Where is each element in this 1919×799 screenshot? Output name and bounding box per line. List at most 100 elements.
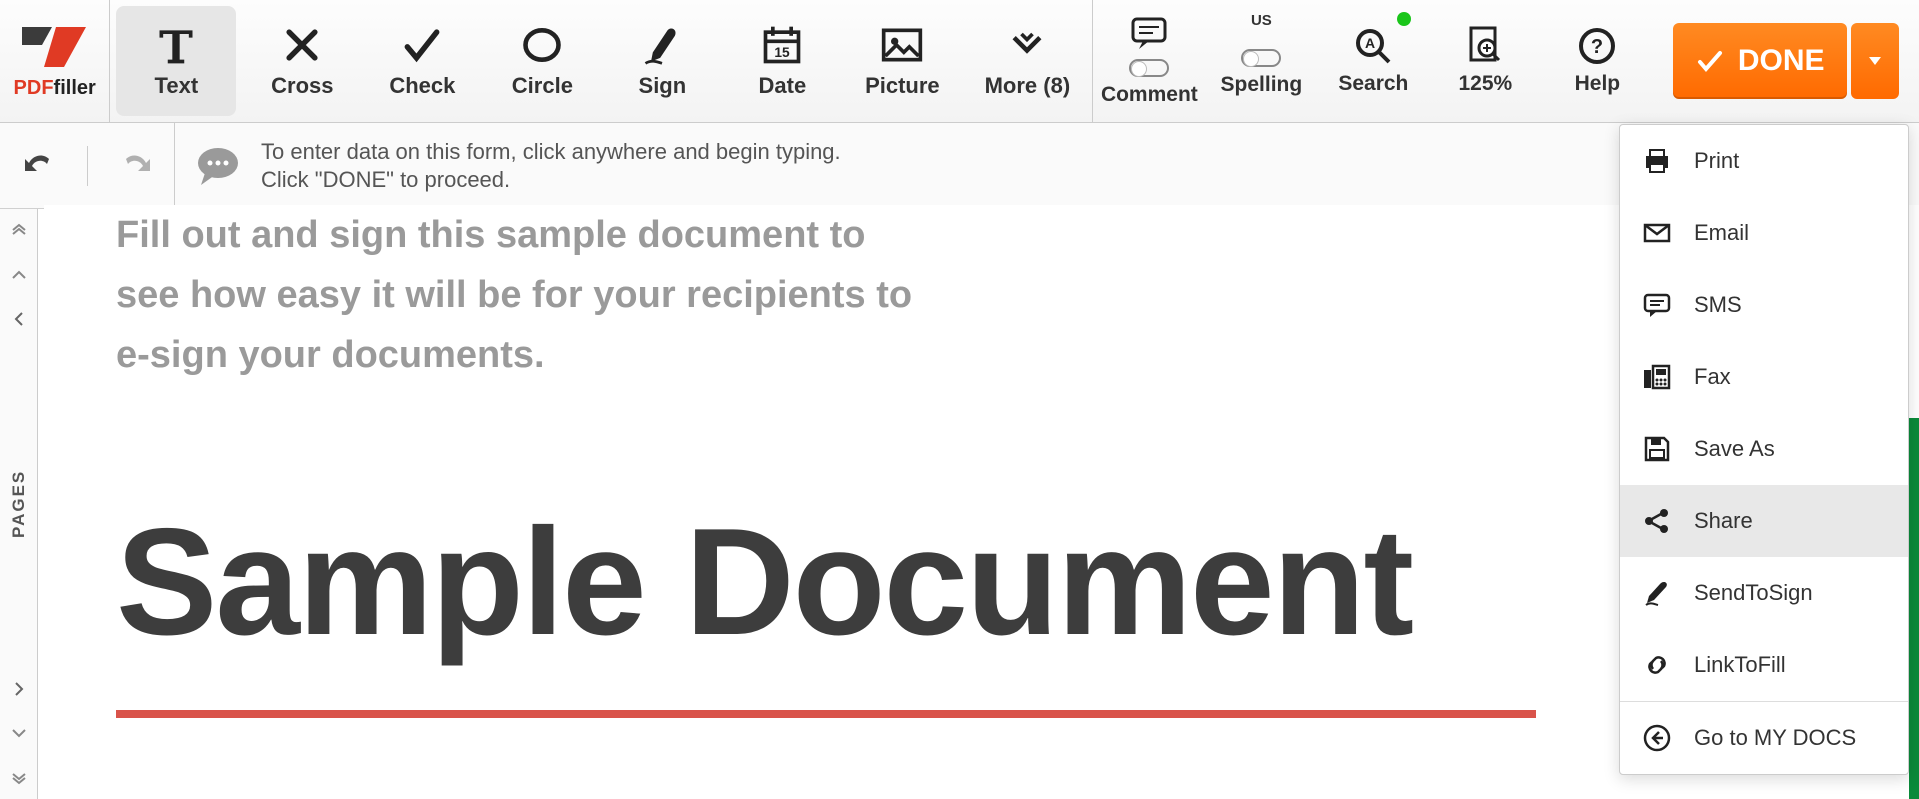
top-toolbar: PDFfiller Text Cross Check Circle Sign 1…	[0, 0, 1919, 123]
hint-line2: Click "DONE" to proceed.	[261, 166, 841, 194]
svg-text:?: ?	[1591, 36, 1603, 58]
menu-sendtosign-label: SendToSign	[1694, 580, 1813, 606]
menu-print-label: Print	[1694, 148, 1739, 174]
spelling-lang-badge: US	[1251, 12, 1272, 29]
comment-icon	[1129, 15, 1169, 55]
done-dropdown-menu: Print Email SMS Fax Save As Share SendTo…	[1619, 124, 1909, 775]
caret-down-icon	[1867, 53, 1883, 69]
menu-linktofill-label: LinkToFill	[1694, 652, 1786, 678]
edit-tools-group: Text Cross Check Circle Sign 15 Date Pic…	[110, 0, 1093, 122]
sms-icon	[1642, 290, 1672, 320]
date-icon: 15	[760, 23, 804, 67]
side-strip-green	[1909, 418, 1919, 799]
intro-line3: e-sign your documents.	[116, 325, 1096, 385]
done-button-label: DONE	[1738, 44, 1825, 78]
menu-print[interactable]: Print	[1620, 125, 1908, 197]
utility-tools-group: Comment US Spelling A Search 125% ? Help	[1093, 0, 1653, 122]
hint-line1: To enter data on this form, click anywhe…	[261, 138, 841, 166]
page-next-button[interactable]	[0, 711, 37, 755]
menu-linktofill[interactable]: LinkToFill	[1620, 629, 1908, 701]
redo-icon[interactable]	[118, 149, 152, 183]
email-icon	[1642, 218, 1672, 248]
page-last-button[interactable]	[0, 755, 37, 799]
link-icon	[1642, 650, 1672, 680]
tool-more-label: More (8)	[985, 73, 1071, 99]
pdffiller-logo-icon	[20, 23, 90, 73]
picture-icon	[880, 23, 924, 67]
menu-mydocs[interactable]: Go to MY DOCS	[1620, 702, 1908, 774]
tool-zoom-label: 125%	[1459, 72, 1513, 96]
tool-text[interactable]: Text	[116, 6, 236, 116]
tool-comment[interactable]: Comment	[1093, 0, 1205, 122]
back-circle-icon	[1642, 723, 1672, 753]
menu-fax-label: Fax	[1694, 364, 1731, 390]
done-button[interactable]: DONE	[1673, 23, 1847, 99]
tool-cross-label: Cross	[271, 73, 333, 99]
tool-sign[interactable]: Sign	[602, 0, 722, 122]
tool-search-label: Search	[1338, 72, 1408, 96]
document-intro: Fill out and sign this sample document t…	[116, 205, 1096, 385]
menu-sms[interactable]: SMS	[1620, 269, 1908, 341]
tool-search[interactable]: A Search	[1317, 0, 1429, 122]
menu-email-label: Email	[1694, 220, 1749, 246]
check-icon	[400, 23, 444, 67]
page-navigator: PAGES	[0, 209, 38, 799]
menu-fax[interactable]: Fax	[1620, 341, 1908, 413]
tool-comment-label: Comment	[1101, 83, 1198, 107]
more-icon	[1005, 23, 1049, 67]
menu-sendtosign[interactable]: SendToSign	[1620, 557, 1908, 629]
done-cell: DONE	[1653, 0, 1919, 122]
sendtosign-icon	[1642, 578, 1672, 608]
page-back-button[interactable]	[0, 297, 37, 341]
menu-share[interactable]: Share	[1620, 485, 1908, 557]
tool-circle[interactable]: Circle	[482, 0, 602, 122]
tool-check[interactable]: Check	[362, 0, 482, 122]
app-logo[interactable]: PDFfiller	[0, 0, 110, 122]
tool-circle-label: Circle	[512, 73, 573, 99]
tool-text-label: Text	[155, 73, 199, 99]
document-divider	[116, 710, 1536, 718]
cross-icon	[280, 23, 324, 67]
separator	[87, 146, 88, 186]
tool-more[interactable]: More (8)	[962, 0, 1092, 122]
page-first-button[interactable]	[0, 209, 37, 253]
tool-sign-label: Sign	[639, 73, 687, 99]
tool-spelling-label: Spelling	[1221, 73, 1303, 97]
search-indicator-dot	[1397, 12, 1411, 26]
menu-share-label: Share	[1694, 508, 1753, 534]
circle-icon	[520, 23, 564, 67]
tool-help[interactable]: ? Help	[1541, 0, 1653, 122]
share-icon	[1642, 506, 1672, 536]
tool-date[interactable]: 15 Date	[722, 0, 842, 122]
undo-redo-group	[0, 123, 175, 208]
zoom-icon	[1465, 26, 1505, 66]
tool-picture[interactable]: Picture	[842, 0, 962, 122]
tool-picture-label: Picture	[865, 73, 940, 99]
menu-email[interactable]: Email	[1620, 197, 1908, 269]
menu-mydocs-label: Go to MY DOCS	[1694, 725, 1856, 751]
svg-text:A: A	[1365, 35, 1375, 51]
sign-icon	[640, 23, 684, 67]
page-prev-button[interactable]	[0, 253, 37, 297]
print-icon	[1642, 146, 1672, 176]
page-forward-button[interactable]	[0, 667, 37, 711]
tool-check-label: Check	[389, 73, 455, 99]
document-title: Sample Document	[116, 495, 1819, 670]
intro-line2: see how easy it will be for your recipie…	[116, 265, 1096, 325]
help-icon: ?	[1577, 26, 1617, 66]
done-check-icon	[1696, 47, 1724, 75]
done-dropdown-toggle[interactable]	[1851, 23, 1899, 99]
menu-save-as-label: Save As	[1694, 436, 1775, 462]
tool-zoom[interactable]: 125%	[1429, 0, 1541, 122]
pages-label: PAGES	[9, 341, 29, 667]
search-icon: A	[1353, 26, 1393, 66]
undo-icon[interactable]	[23, 149, 57, 183]
tool-help-label: Help	[1575, 72, 1621, 96]
tool-cross[interactable]: Cross	[242, 0, 362, 122]
intro-line1: Fill out and sign this sample document t…	[116, 205, 1096, 265]
comment-toggle[interactable]	[1129, 59, 1169, 77]
tool-spelling[interactable]: US Spelling	[1205, 0, 1317, 122]
app-logo-text: PDFfiller	[14, 77, 96, 100]
spelling-toggle[interactable]	[1241, 49, 1281, 67]
menu-save-as[interactable]: Save As	[1620, 413, 1908, 485]
